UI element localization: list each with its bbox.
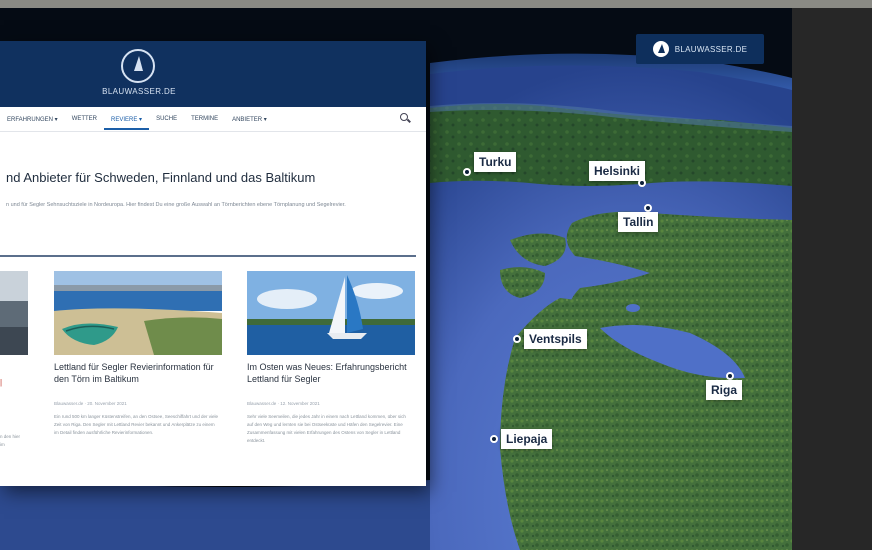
city-name: Ventspils <box>524 329 587 349</box>
city-marker-icon <box>638 179 647 187</box>
page-intro: n und für Segler Sehnsuchtsziele in Nord… <box>6 202 346 208</box>
overlay-brand-logo: BLAUWASSER.DE <box>636 34 764 64</box>
card-meta: Blauwasser.de · 12. November 2021 <box>247 401 320 406</box>
card-image-fragment[interactable] <box>0 271 28 355</box>
city-label-tallin: Tallin <box>618 204 659 232</box>
nav-item-suche[interactable]: SUCHE <box>149 116 184 122</box>
card-title-lettland-segler[interactable]: Lettland für Segler Revierinformation fü… <box>54 361 222 385</box>
overlay-brand-text: BLAUWASSER.DE <box>674 44 748 54</box>
card-title-osten-neues[interactable]: Im Osten was Neues: Erfahrungsbericht Le… <box>247 361 415 385</box>
site-brand[interactable]: BLAUWASSER.DE <box>84 87 194 96</box>
city-marker-icon <box>490 435 498 443</box>
city-name: Tallin <box>618 212 659 232</box>
city-name: Helsinki <box>589 161 646 181</box>
card-excerpt: Ein rund 500 km langer Küstenstreifen, a… <box>54 414 219 435</box>
city-marker-icon <box>463 168 471 176</box>
city-label-turku: Turku <box>463 148 517 176</box>
nav-item-termine[interactable]: TERMINE <box>184 116 225 122</box>
nav-item-anbieter[interactable]: ANBIETER ▾ <box>225 116 274 123</box>
city-marker-icon <box>644 204 653 212</box>
city-label-riga: Riga <box>706 372 743 400</box>
city-marker-icon <box>513 335 521 343</box>
card-fragment-text: n den hier im <box>0 434 21 447</box>
city-marker-icon <box>726 372 735 380</box>
search-icon[interactable] <box>400 113 408 121</box>
card-image-sailboat[interactable] <box>247 271 415 355</box>
sailboat-logo-icon[interactable] <box>121 49 155 83</box>
city-name: Turku <box>474 152 517 172</box>
section-divider <box>0 255 416 257</box>
city-name: Riga <box>706 380 743 400</box>
city-label-ventspils: Ventspils <box>513 329 587 349</box>
site-header: BLAUWASSER.DE <box>0 41 426 107</box>
city-label-liepaja: Liepaja <box>490 429 553 449</box>
card-excerpt: Sehr viele Seemeilen, die jedes Jahr in … <box>247 414 406 443</box>
card-meta: Blauwasser.de · 20. November 2021 <box>54 401 127 406</box>
fragment-red-mark: | <box>0 378 3 387</box>
browser-top-strip <box>0 0 872 8</box>
website-screenshot: BLAUWASSER.DE ERFAHRUNGEN ▾ WETTER REVIE… <box>0 41 426 486</box>
map-scene: BLAUWASSER.DE Turku Helsinki Tallin Vent… <box>0 8 792 550</box>
card-image-beach-boat[interactable] <box>54 271 222 355</box>
city-name: Liepaja <box>501 429 553 449</box>
site-nav: ERFAHRUNGEN ▾ WETTER REVIERE ▾ SUCHE TER… <box>0 107 426 132</box>
nav-item-erfahrungen[interactable]: ERFAHRUNGEN ▾ <box>0 116 65 123</box>
nav-item-wetter[interactable]: WETTER <box>65 116 104 122</box>
dark-side-panel <box>792 8 872 550</box>
nav-item-reviere[interactable]: REVIERE ▾ <box>104 116 150 130</box>
sailboat-logo-icon <box>652 41 669 57</box>
page-headline: nd Anbieter für Schweden, Finnland und d… <box>6 170 316 185</box>
city-label-helsinki: Helsinki <box>589 161 647 187</box>
